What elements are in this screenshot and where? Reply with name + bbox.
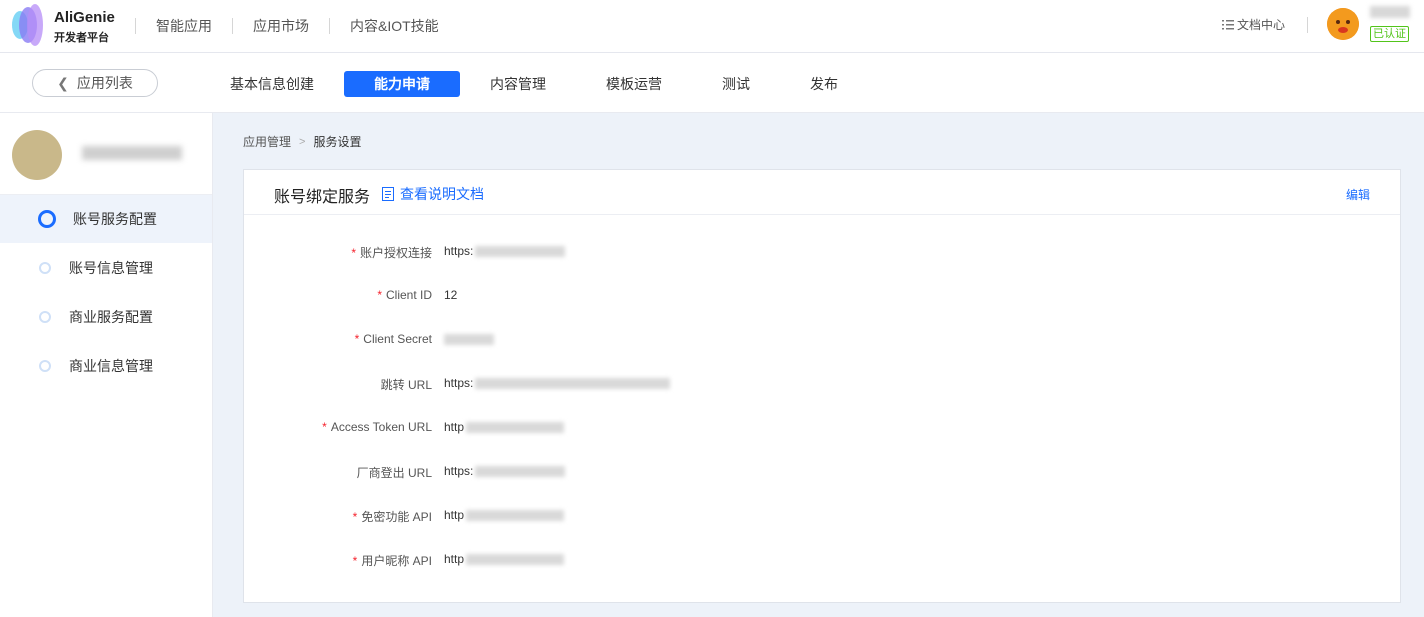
field-row-access-token-url: * Access Token URL http: [244, 417, 1400, 437]
sidebar: 账号服务配置 账号信息管理 商业服务配置 商业信息管理: [0, 113, 213, 617]
breadcrumb-separator: >: [299, 135, 306, 148]
field-label: * Client Secret: [354, 332, 432, 346]
field-row-redirect-url: 跳转 URL https:: [244, 373, 1400, 393]
breadcrumb-current: 服务设置: [313, 135, 362, 149]
field-label: * 账户授权连接: [351, 246, 432, 260]
sidebar-item-account-service-config[interactable]: 账号服务配置: [0, 195, 212, 243]
app-name: [82, 146, 182, 160]
field-value: 12: [444, 288, 458, 302]
field-label: 厂商登出 URL: [356, 466, 432, 480]
view-docs-label: 查看说明文档: [400, 186, 484, 202]
aligenie-logo-icon: [12, 4, 43, 46]
field-value: [444, 332, 494, 346]
back-to-app-list-button[interactable]: ❮ 应用列表: [32, 69, 158, 97]
user-avatar-icon: [1327, 8, 1359, 40]
tab-capability-apply[interactable]: 能力申请: [344, 71, 460, 97]
docs-center-link[interactable]: 文档中心: [1222, 16, 1285, 33]
field-row-client-secret: * Client Secret: [244, 329, 1400, 349]
logo-title: AliGenie: [54, 9, 115, 26]
tab-basic-info[interactable]: 基本信息创建: [220, 71, 324, 97]
field-value: https:: [444, 464, 566, 478]
list-icon: [1222, 19, 1234, 29]
required-asterisk: *: [354, 332, 360, 346]
field-row-client-id: * Client ID 12: [244, 285, 1400, 305]
edit-button[interactable]: 编辑: [1346, 186, 1370, 203]
nav-item-app-market[interactable]: 应用市场: [233, 16, 329, 36]
sidebar-item-business-service-config[interactable]: 商业服务配置: [0, 293, 212, 341]
user-avatar[interactable]: [1327, 8, 1359, 40]
field-value: http: [444, 420, 565, 434]
sidebar-item-account-info-management[interactable]: 账号信息管理: [0, 244, 212, 292]
radio-dot-icon: [39, 311, 51, 323]
radio-dot-icon: [39, 262, 51, 274]
field-row-passwordless-api: * 免密功能 API http: [244, 505, 1400, 525]
radio-dot-icon: [38, 210, 56, 228]
field-row-auth-url: * 账户授权连接 https:: [244, 241, 1400, 261]
logo-subtitle: 开发者平台: [54, 32, 109, 44]
verified-badge: 已认证: [1370, 26, 1409, 42]
card-title: 账号绑定服务: [274, 189, 371, 206]
sidebar-item-label: 账号服务配置: [73, 211, 157, 227]
document-icon: [382, 187, 394, 201]
radio-dot-icon: [39, 360, 51, 372]
app-avatar: [12, 130, 62, 180]
docs-center-label: 文档中心: [1237, 18, 1286, 32]
nav-item-smart-apps[interactable]: 智能应用: [136, 16, 232, 36]
field-row-nickname-api: * 用户昵称 API http: [244, 549, 1400, 569]
field-value: http: [444, 552, 565, 566]
app-tabs-bar: ❮ 应用列表 基本信息创建 能力申请 内容管理 模板运营 测试 发布: [0, 53, 1424, 113]
field-value: http: [444, 508, 565, 522]
required-asterisk: *: [352, 510, 358, 524]
field-label: 跳转 URL: [380, 378, 432, 392]
view-docs-link[interactable]: 查看说明文档: [382, 184, 484, 204]
aligenie-logo[interactable]: AliGenie 开发者平台: [10, 3, 120, 49]
main-content: 应用管理 > 服务设置 账号绑定服务 查看说明文档 编辑 * 账户授权连接 htt…: [213, 113, 1424, 617]
field-label: * Access Token URL: [322, 420, 432, 434]
header-divider: [1307, 17, 1308, 33]
field-label: * Client ID: [377, 288, 432, 302]
nav-item-content-iot-skills[interactable]: 内容&IOT技能: [330, 16, 459, 36]
card-header: 账号绑定服务 查看说明文档 编辑: [244, 170, 1400, 215]
sidebar-item-label: 商业信息管理: [69, 358, 153, 374]
required-asterisk: *: [352, 554, 358, 568]
field-label: * 用户昵称 API: [352, 554, 432, 568]
sidebar-item-label: 商业服务配置: [69, 309, 153, 325]
required-asterisk: *: [351, 246, 356, 260]
account-binding-card: 账号绑定服务 查看说明文档 编辑 * 账户授权连接 https: * Client …: [243, 169, 1401, 603]
user-name[interactable]: [1370, 6, 1410, 18]
tab-publish[interactable]: 发布: [800, 71, 848, 97]
field-label: * 免密功能 API: [352, 510, 432, 524]
main-nav: 智能应用 应用市场 内容&IOT技能: [135, 0, 459, 52]
tab-template-operation[interactable]: 模板运营: [596, 71, 672, 97]
required-asterisk: *: [377, 288, 382, 302]
tab-test[interactable]: 测试: [712, 71, 760, 97]
sidebar-item-business-info-management[interactable]: 商业信息管理: [0, 342, 212, 390]
field-row-logout-url: 厂商登出 URL https:: [244, 461, 1400, 481]
breadcrumb: 应用管理 > 服务设置: [243, 133, 361, 150]
breadcrumb-parent[interactable]: 应用管理: [243, 133, 291, 150]
field-value: https:: [444, 244, 566, 258]
field-value: https:: [444, 376, 671, 390]
back-button-label: 应用列表: [76, 75, 133, 91]
chevron-left-icon: ❮: [57, 74, 69, 91]
sidebar-item-label: 账号信息管理: [69, 260, 153, 276]
tab-content-management[interactable]: 内容管理: [480, 71, 556, 97]
top-navigation-bar: AliGenie 开发者平台 智能应用 应用市场 内容&IOT技能 文档中心 已…: [0, 0, 1424, 53]
required-asterisk: *: [322, 420, 327, 434]
